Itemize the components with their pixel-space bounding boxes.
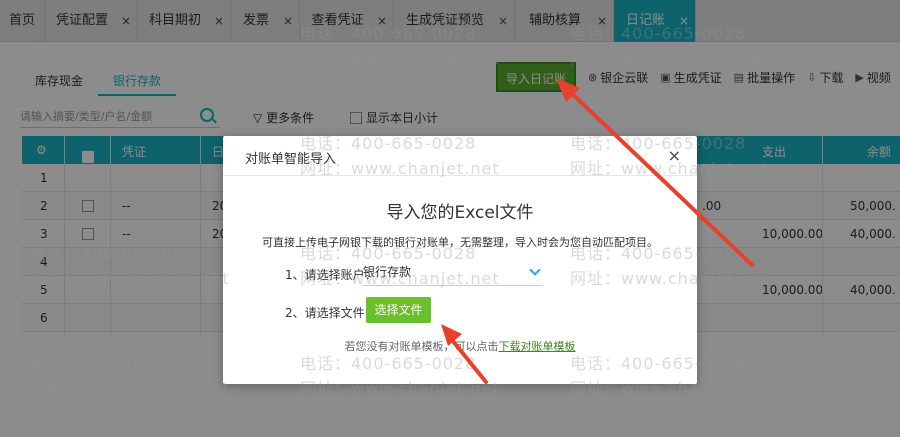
annotation-arrows bbox=[441, 78, 754, 384]
arrow-to-choose-file bbox=[441, 324, 488, 384]
arrow-to-import-button bbox=[556, 78, 754, 267]
